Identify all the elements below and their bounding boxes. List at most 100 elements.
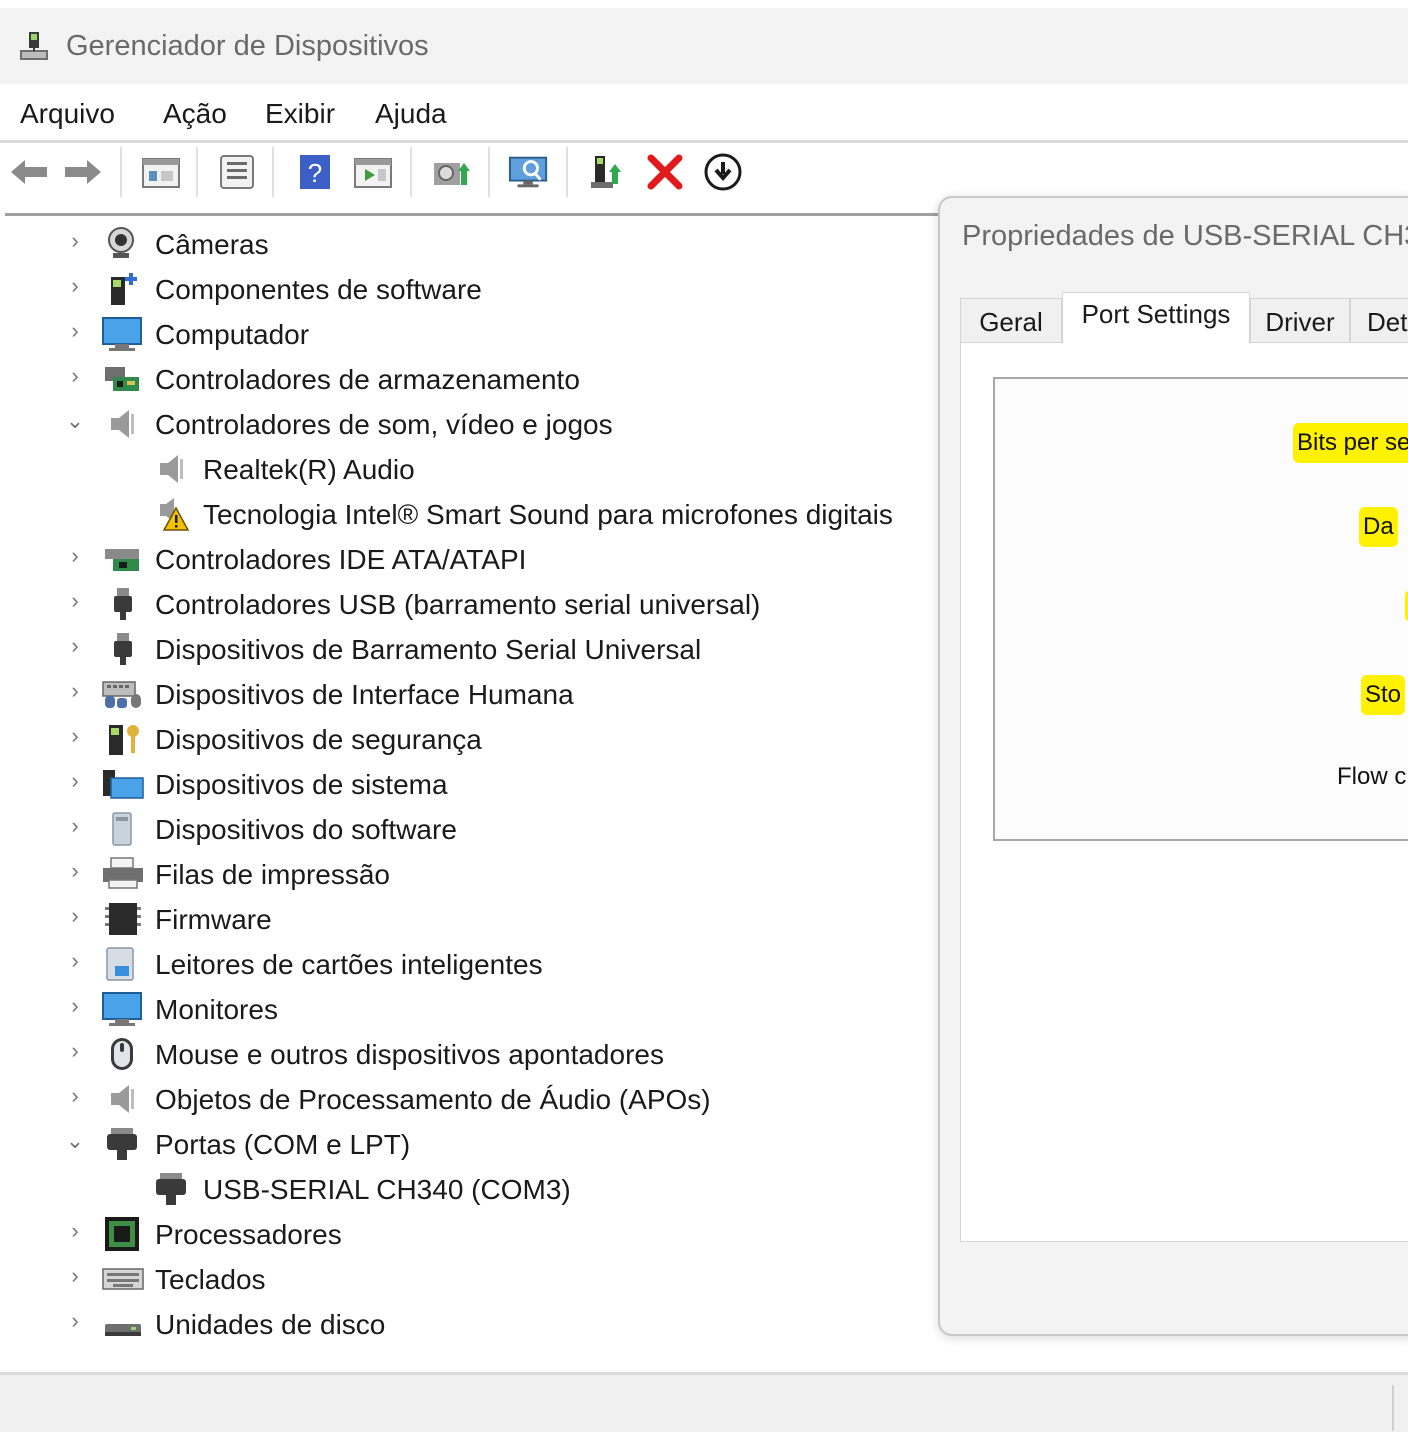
chevron-right-icon[interactable]: › xyxy=(64,543,86,573)
smartcard-reader-icon xyxy=(103,946,143,982)
tree-item-intel-smart-sound[interactable]: Tecnologia Intel® Smart Sound para micro… xyxy=(0,492,940,537)
tree-item-software-components[interactable]: › Componentes de software xyxy=(0,267,940,312)
chevron-right-icon[interactable]: › xyxy=(64,1038,86,1068)
tab-details[interactable]: Det xyxy=(1350,298,1408,342)
tree-item-firmware[interactable]: › Firmware xyxy=(0,897,940,942)
tree-item-usb-devices[interactable]: › Dispositivos de Barramento Serial Univ… xyxy=(0,627,940,672)
tree-item-ide-controllers[interactable]: › Controladores IDE ATA/ATAPI xyxy=(0,537,940,582)
speaker-icon xyxy=(103,406,143,442)
tree-item-label: USB-SERIAL CH340 (COM3) xyxy=(203,1174,571,1205)
chevron-right-icon[interactable]: › xyxy=(64,948,86,978)
tree-item-processors[interactable]: › Processadores xyxy=(0,1212,940,1257)
menu-arquivo[interactable]: Arquivo xyxy=(20,98,115,130)
chevron-right-icon[interactable]: › xyxy=(64,1263,86,1293)
chevron-right-icon[interactable]: › xyxy=(64,1308,86,1338)
chevron-right-icon[interactable]: › xyxy=(64,993,86,1023)
tree-item-smartcard-readers[interactable]: › Leitores de cartões inteligentes xyxy=(0,942,940,987)
tree-item-label: Câmeras xyxy=(155,229,269,260)
security-key-icon xyxy=(103,721,143,757)
stop-bits-label: Sto xyxy=(1361,675,1406,715)
enable-device-icon[interactable] xyxy=(586,151,628,193)
menu-acao[interactable]: Ação xyxy=(163,98,227,130)
tree-item-print-queues[interactable]: › Filas de impressão xyxy=(0,852,940,897)
mouse-icon xyxy=(103,1036,143,1072)
update-driver-icon[interactable] xyxy=(430,151,472,193)
chevron-right-icon[interactable]: › xyxy=(64,318,86,348)
camera-icon xyxy=(103,226,143,262)
dialog-tabs: Geral Port Settings Driver Det xyxy=(960,292,1408,344)
chevron-right-icon[interactable]: › xyxy=(64,1083,86,1113)
tree-item-label: Objetos de Processamento de Áudio (APOs) xyxy=(155,1084,711,1115)
tree-item-sound-video-game[interactable]: ⌄ Controladores de som, vídeo e jogos xyxy=(0,402,940,447)
status-bar xyxy=(0,1372,1408,1432)
properties-dialog: Propriedades de USB-SERIAL CH34 Geral Po… xyxy=(938,196,1408,1336)
uninstall-icon[interactable] xyxy=(644,151,686,193)
speaker-icon xyxy=(103,1081,143,1117)
ide-controller-icon xyxy=(103,541,143,577)
menu-exibir[interactable]: Exibir xyxy=(265,98,335,130)
chevron-right-icon[interactable]: › xyxy=(64,363,86,393)
data-bits-label: Da xyxy=(1359,507,1398,547)
tree-item-label: Dispositivos de Barramento Serial Univer… xyxy=(155,634,702,665)
chevron-right-icon[interactable]: › xyxy=(64,273,86,303)
usb-plug-icon xyxy=(103,586,143,622)
tree-item-label: Componentes de software xyxy=(155,274,482,305)
tree-item-cameras[interactable]: › Câmeras xyxy=(0,222,940,267)
tree-item-computer[interactable]: › Computador xyxy=(0,312,940,357)
tab-driver[interactable]: Driver xyxy=(1250,298,1350,342)
tab-port-settings[interactable]: Port Settings xyxy=(1062,292,1250,344)
tree-item-usb-serial-ch340[interactable]: USB-SERIAL CH340 (COM3) xyxy=(0,1167,940,1212)
forward-arrow-icon[interactable] xyxy=(62,151,104,193)
chevron-down-icon[interactable]: ⌄ xyxy=(64,408,86,438)
tree-item-audio-processing-objects[interactable]: › Objetos de Processamento de Áudio (APO… xyxy=(0,1077,940,1122)
run-view-icon[interactable] xyxy=(352,151,394,193)
flow-control-label: Flow c xyxy=(1337,763,1407,790)
usb-plug-icon xyxy=(103,631,143,667)
back-arrow-icon[interactable] xyxy=(8,151,50,193)
tree-item-label: Dispositivos de Interface Humana xyxy=(155,679,574,710)
status-divider xyxy=(1392,1385,1394,1431)
chevron-right-icon[interactable]: › xyxy=(64,633,86,663)
download-icon[interactable] xyxy=(702,151,744,193)
tree-item-keyboards[interactable]: › Teclados xyxy=(0,1257,940,1302)
chevron-right-icon[interactable]: › xyxy=(64,858,86,888)
tree-item-disk-drives[interactable]: › Unidades de disco xyxy=(0,1302,940,1347)
hid-icon xyxy=(101,676,141,712)
tree-item-label: Mouse e outros dispositivos apontadores xyxy=(155,1039,664,1070)
list-view-icon[interactable] xyxy=(216,151,258,193)
tree-item-monitors[interactable]: › Monitores xyxy=(0,987,940,1032)
tree-top-border xyxy=(5,213,945,216)
tree-item-mouse[interactable]: › Mouse e outros dispositivos apontadore… xyxy=(0,1032,940,1077)
tree-item-label: Controladores de som, vídeo e jogos xyxy=(155,409,613,440)
tree-item-system-devices[interactable]: › Dispositivos de sistema xyxy=(0,762,940,807)
tree-item-software-devices[interactable]: › Dispositivos do software xyxy=(0,807,940,852)
chevron-down-icon[interactable]: ⌄ xyxy=(64,1128,86,1158)
chevron-right-icon[interactable]: › xyxy=(64,903,86,933)
firmware-chip-icon xyxy=(103,901,143,937)
help-icon[interactable]: ? xyxy=(294,151,336,193)
properties-view-icon[interactable] xyxy=(140,151,182,193)
menu-ajuda[interactable]: Ajuda xyxy=(375,98,447,130)
chevron-right-icon[interactable]: › xyxy=(64,723,86,753)
chevron-right-icon[interactable]: › xyxy=(64,228,86,258)
tree-item-storage-controllers[interactable]: › Controladores de armazenamento xyxy=(0,357,940,402)
tree-item-hid[interactable]: › Dispositivos de Interface Humana xyxy=(0,672,940,717)
tab-geral[interactable]: Geral xyxy=(960,298,1062,342)
chevron-right-icon[interactable]: › xyxy=(64,588,86,618)
storage-controller-icon xyxy=(103,361,143,397)
tree-item-label: Computador xyxy=(155,319,310,350)
chevron-right-icon[interactable]: › xyxy=(64,813,86,843)
chevron-right-icon[interactable]: › xyxy=(64,768,86,798)
bits-per-second-label: Bits per se xyxy=(1293,423,1408,463)
tree-item-realtek-audio[interactable]: Realtek(R) Audio xyxy=(0,447,940,492)
tree-item-ports[interactable]: ⌄ Portas (COM e LPT) xyxy=(0,1122,940,1167)
tree-item-security-devices[interactable]: › Dispositivos de segurança xyxy=(0,717,940,762)
window-title: Gerenciador de Dispositivos xyxy=(66,30,429,62)
tree-item-usb-controllers[interactable]: › Controladores USB (barramento serial u… xyxy=(0,582,940,627)
printer-icon xyxy=(101,856,143,892)
device-tree: › Câmeras › Componentes de software › Co… xyxy=(0,218,940,1368)
tree-item-label: Dispositivos de segurança xyxy=(155,724,482,755)
chevron-right-icon[interactable]: › xyxy=(64,678,86,708)
scan-hardware-icon[interactable] xyxy=(508,151,550,193)
chevron-right-icon[interactable]: › xyxy=(64,1218,86,1248)
